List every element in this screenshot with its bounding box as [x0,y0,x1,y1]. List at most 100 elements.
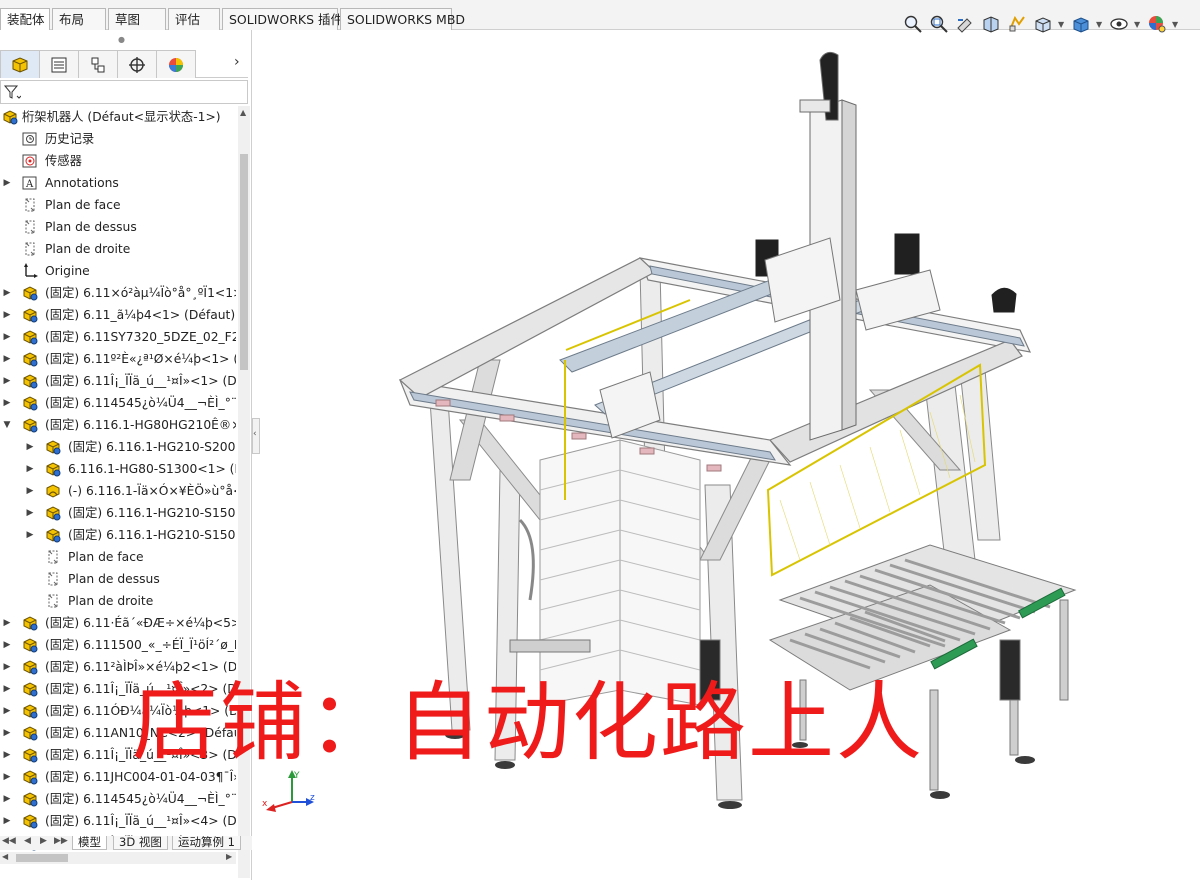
origin-icon [22,263,38,279]
tree-item[interactable]: Plan de face [0,194,236,216]
tree-item[interactable]: Plan de droite [0,590,236,612]
chevron-right-icon[interactable]: › [234,54,240,70]
svg-text:A: A [25,179,34,190]
feature-manager-tab[interactable] [0,50,40,78]
tree-item[interactable]: ▶ (固定) 6.116.1-HG210-S1500< [0,502,236,524]
edit-appearance-icon[interactable] [1146,13,1168,35]
expand-right-icon[interactable]: ▶ [2,744,12,766]
tree-item[interactable]: ▶ (固定) 6.11·Éã´«ÐÆ÷×é¼þ<5> [0,612,236,634]
property-manager-tab[interactable] [39,50,79,78]
expand-right-icon[interactable]: ▶ [2,326,12,348]
expand-right-icon[interactable]: ▶ [2,634,12,656]
expand-right-icon[interactable]: ▶ [2,172,12,194]
tab-3d-views[interactable]: 3D 视图 [113,836,168,850]
chevron-down-icon[interactable]: ▼ [1134,13,1142,35]
view-orientation-icon[interactable] [1032,13,1054,35]
horizontal-scrollbar[interactable]: ◀ ▶ [0,852,236,864]
prev-tab-icon[interactable]: ◀ [24,836,31,846]
filter-icon[interactable] [3,83,22,104]
chevron-down-icon[interactable]: ▼ [1096,13,1104,35]
tab-motion-study[interactable]: 运动算例 1 [172,836,241,850]
last-tab-icon[interactable]: ▶▶ [54,836,68,846]
hide-show-items-icon[interactable] [1108,13,1130,35]
expand-right-icon[interactable]: ▶ [2,656,12,678]
previous-view-icon[interactable] [954,13,976,35]
tree-item[interactable]: Plan de dessus [0,568,236,590]
display-style-icon[interactable] [1070,13,1092,35]
expand-right-icon[interactable]: ▶ [25,458,35,480]
expand-right-icon[interactable]: ▶ [2,304,12,326]
tab-solidworks-mbd[interactable]: SOLIDWORKS MBD [340,8,465,30]
tab-solidworks-addins[interactable]: SOLIDWORKS 插件 [222,8,343,30]
tab-sketch[interactable]: 草图 [108,8,166,30]
section-view-icon[interactable] [980,13,1002,35]
tree-item[interactable]: ▶ (固定) 6.116.1-HG210-S1500- [0,524,236,546]
expand-right-icon[interactable]: ▶ [25,502,35,524]
tree-item[interactable]: ▶ A Annotations [0,172,236,194]
expand-right-icon[interactable]: ▶ [2,348,12,370]
expand-down-icon[interactable]: ▼ [2,414,12,436]
tab-layout[interactable]: 布局 [52,8,106,30]
tree-item[interactable]: 历史记录 [0,128,236,150]
tab-model[interactable]: 模型 [72,836,107,850]
tree-item[interactable]: ▶ (固定) 6.11Î¡_ÏÏä_ú__¹¤Î»<1> (Défa [0,370,236,392]
tree-item[interactable]: ▼ (固定) 6.116.1-HG80HG210Ê®×Ö [0,414,236,436]
expand-right-icon[interactable]: ▶ [2,392,12,414]
configuration-manager-tab[interactable] [78,50,118,78]
tree-item[interactable]: ▶ (固定) 6.11_ã¼þ4<1> (Défaut) [0,304,236,326]
tree-item[interactable]: 传感器 [0,150,236,172]
subassembly-icon [45,505,61,521]
tree-item[interactable]: Plan de dessus [0,216,236,238]
subassembly-icon [22,703,38,719]
expand-right-icon[interactable]: ▶ [2,700,12,722]
configuration-icon [91,57,105,72]
next-tab-icon[interactable]: ▶ [40,836,47,846]
panel-grip-icon[interactable]: ● [118,35,126,44]
expand-right-icon[interactable]: ▶ [2,612,12,634]
first-tab-icon[interactable]: ◀◀ [2,836,16,846]
expand-right-icon[interactable]: ▶ [2,810,12,832]
zoom-to-fit-icon[interactable] [902,13,924,35]
expand-right-icon[interactable]: ▶ [2,766,12,788]
subassembly-icon [22,637,38,653]
chevron-down-icon[interactable]: ▼ [1172,13,1180,35]
tree-item[interactable]: ▶ (固定) 6.11Î¡_ÏÏä_ú__¹¤Î»<4> (Défa [0,810,236,832]
tab-evaluate[interactable]: 评估 [168,8,220,30]
manager-tabs [0,50,248,78]
tree-item[interactable]: ▶ (-) 6.116.1-Ïä×Ó×¥ÈÖ»ù°å<1 [0,480,236,502]
zoom-to-area-icon[interactable] [928,13,950,35]
tree-item[interactable]: ▶ (固定) 6.114545¿ò¼Ü4__¬ÈÌ_°¨¼( [0,788,236,810]
expand-right-icon[interactable]: ▶ [25,524,35,546]
expand-right-icon[interactable]: ▶ [2,678,12,700]
scrollbar-thumb[interactable] [16,854,68,862]
tree-root-assembly[interactable]: 桁架机器人 (Défaut<显示状态-1>) [0,106,236,128]
tree-item[interactable]: ▶ 6.116.1-HG80-S1300<1> (Dé [0,458,236,480]
tree-item[interactable]: ▶ (固定) 6.116.1-HG210-S2000< [0,436,236,458]
scrollbar-thumb[interactable] [240,154,248,370]
expand-right-icon[interactable]: ▶ [25,480,35,502]
display-manager-tab[interactable] [156,50,196,78]
chevron-down-icon[interactable]: ▼ [1058,13,1066,35]
dimxpert-manager-tab[interactable] [117,50,157,78]
expand-right-icon[interactable]: ▶ [2,370,12,392]
tree-item[interactable]: Origine [0,260,236,282]
tree-item-label: 6.116.1-HG80-S1300<1> (Dé [68,462,236,476]
tree-item[interactable]: Plan de face [0,546,236,568]
expand-right-icon[interactable]: ▶ [2,282,12,304]
tree-item-label: Plan de droite [68,594,154,608]
assembly-icon [12,56,28,73]
subassembly-icon [22,813,38,829]
expand-right-icon[interactable]: ▶ [2,722,12,744]
tree-filter[interactable] [0,80,248,104]
tree-item[interactable]: ▶ (固定) 6.11SY7320_5DZE_02_F2<1 [0,326,236,348]
tree-item-label: (-) 6.116.1-Ïä×Ó×¥ÈÖ»ù°å<1 [68,484,236,498]
dynamic-annotation-icon[interactable] [1006,13,1028,35]
expand-right-icon[interactable]: ▶ [2,788,12,810]
expand-right-icon[interactable]: ▶ [25,436,35,458]
tree-item[interactable]: Plan de droite [0,238,236,260]
tree-item[interactable]: ▶ (固定) 6.11º²È«¿ª¹Ø×é¼þ<1> (De [0,348,236,370]
tree-item[interactable]: ▶ (固定) 6.114545¿ò¼Ü4__¬ÈÌ_°¨¼( [0,392,236,414]
tree-item[interactable]: ▶ (固定) 6.111500_«_÷ÉÏ_Ï¹öÍ²´ø_Ro [0,634,236,656]
tree-item[interactable]: ▶ (固定) 6.11×ó²àµ¼Ïò°å°¸ºÏ1<1> ( [0,282,236,304]
tab-assembly[interactable]: 装配体 [0,8,50,30]
